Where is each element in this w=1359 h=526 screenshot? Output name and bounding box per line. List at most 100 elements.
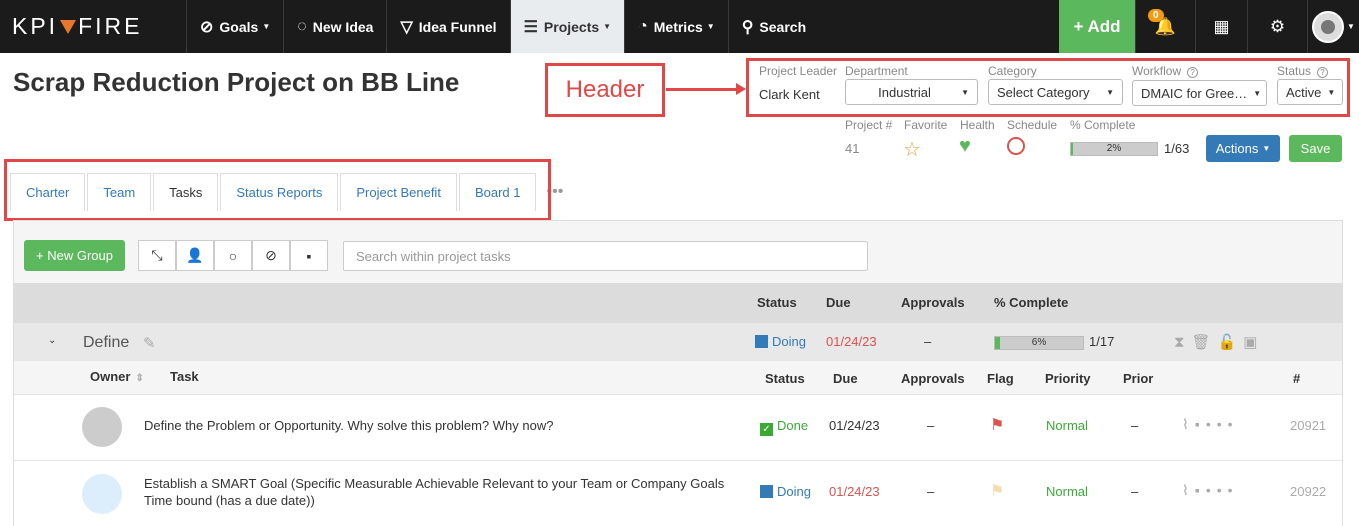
nav-idea-funnel[interactable]: ▽ Idea Funnel [387,0,511,53]
top-navbar: KPI FIRE ⊘ Goals ▼ ◌ New Idea ▽ Idea Funnel ☰… [0,0,1359,53]
col-prior: Prior [1123,371,1154,386]
trash-icon[interactable]: 🗑 [1192,334,1218,351]
department-select[interactable]: Industrial ▼ [845,79,978,105]
doing-status-icon [755,335,768,348]
chevron-down-icon: ▼ [1347,22,1355,31]
progress-pct: 2% [1106,143,1122,154]
new-group-button[interactable]: + New Group [24,240,125,271]
task-title[interactable]: Establish a SMART Goal (Specific Measura… [144,475,744,509]
projects-icon: ☰ [523,18,538,36]
task-count: 1/63 [1164,141,1190,156]
group-row-define[interactable]: ⌄ Define ✎ Doing 01/24/23 – 6% 1/17 ⧗🗑🔓▣ [14,323,1342,361]
briefcase-icon[interactable]: ▣ [1243,334,1264,351]
group-status[interactable]: Doing [755,334,806,349]
header-annotation-label: Header [545,63,665,117]
col-task: Task [170,369,199,384]
task-status[interactable]: ✓ Done [760,418,808,436]
lightbulb-icon: ◌ [297,17,307,35]
more-icon[interactable]: ••• [1206,482,1239,498]
nav-new-idea-label: New Idea [312,18,374,35]
kpifire-logo[interactable]: KPI FIRE [0,0,187,53]
notifications-button[interactable]: 0 🔔 [1135,0,1195,53]
note-icon[interactable]: ▪ [1195,482,1206,498]
flag-icon[interactable]: ⚑ [990,481,1004,501]
workflow-value: DMAIC for Gree… [1141,85,1248,101]
user-menu[interactable]: ▼ [1307,0,1359,53]
nav-idea-funnel-label: Idea Funnel [418,18,497,35]
logo-right-text: FIRE [78,13,143,39]
save-button[interactable]: Save [1289,135,1342,162]
actions-button[interactable]: Actions ▼ [1206,135,1280,162]
task-priority[interactable]: Normal [1046,484,1088,499]
category-label: Category [988,64,1037,78]
apps-grid-button[interactable]: ▦ [1195,0,1247,53]
paperclip-icon[interactable]: ⌇ [1182,416,1195,432]
unlock-icon[interactable]: 🔓 [1218,334,1244,351]
complete-label: % Complete [1070,118,1136,132]
nav-projects[interactable]: ☰ Projects ▼ [510,0,626,53]
settings-button[interactable]: ⚙ [1247,0,1307,53]
doing-status-icon [760,485,773,498]
col-priority: Priority [1045,371,1091,386]
group-column-header: Status Due Approvals % Complete [14,283,1342,323]
group-due: 01/24/23 [826,334,877,349]
project-num-label: Project # [845,118,893,132]
person-filter-icon[interactable]: 👤 [176,240,214,271]
actions-label: Actions [1215,141,1259,156]
chevron-down-icon: ▼ [1262,144,1271,153]
status-select[interactable]: Active ▼ [1277,79,1343,105]
circle-filter-icon[interactable]: ○ [214,240,252,271]
owner-avatar [82,474,122,514]
add-button[interactable]: + Add [1059,0,1135,53]
nav-goals[interactable]: ⊘ Goals ▼ [187,0,285,53]
nav-search[interactable]: ⚲ Search [729,0,819,53]
group-progress-pct: 6% [1031,337,1047,348]
chevron-down-icon[interactable]: ⌄ [48,335,56,346]
star-icon[interactable]: ☆ [903,137,921,162]
category-select[interactable]: Select Category ▼ [988,79,1123,105]
annotation-arrow [666,88,742,91]
task-priority[interactable]: Normal [1046,418,1088,433]
logo-left-text: KPI [12,13,59,39]
page-title: Scrap Reduction Project on BB Line [13,67,460,97]
col-owner[interactable]: Owner ⇕ [90,369,144,384]
flag-icon[interactable]: ⚑ [990,415,1004,435]
filter-button-group: ⤡ 👤 ○ ⊘ ▪ [138,240,328,271]
edit-icon[interactable]: ✎ [143,334,156,352]
task-number: 20922 [1290,484,1327,499]
tabs-annotation-box [4,159,551,221]
hide-icon[interactable]: ⊘ [252,240,290,271]
status-label-text: Status [1277,64,1312,78]
task-status[interactable]: Doing [760,484,811,499]
task-number: 20921 [1290,418,1327,433]
note-icon[interactable]: ▪ [1195,416,1206,432]
help-icon[interactable]: ? [1317,67,1329,78]
avatar-face-icon [1321,19,1336,34]
hourglass-icon[interactable]: ⧗ [1174,334,1192,351]
collapse-icon[interactable]: ⤡ [138,240,176,271]
project-leader-value[interactable]: Clark Kent [759,87,820,102]
task-actions: ⌇▪••• [1182,482,1239,499]
paperclip-icon[interactable]: ⌇ [1182,482,1195,498]
schedule-label: Schedule [1007,118,1058,132]
nav-metrics[interactable]: ◔ Metrics ▼ [625,0,729,53]
note-icon[interactable]: ▪ [290,240,328,271]
col-task-approvals: Approvals [901,371,965,386]
gauge-icon: ◔ [638,17,648,35]
task-search-input[interactable]: Search within project tasks [343,241,868,271]
task-actions: ⌇▪••• [1182,416,1239,433]
group-status-text: Doing [772,334,806,349]
workflow-select[interactable]: DMAIC for Gree… ▼ [1132,80,1267,106]
table-row[interactable]: Define the Problem or Opportunity. Why s… [14,394,1342,460]
help-icon[interactable]: ? [1187,67,1199,78]
task-search-placeholder: Search within project tasks [356,248,511,264]
table-row[interactable]: Establish a SMART Goal (Specific Measura… [14,460,1342,526]
caret-down-icon: ▼ [1106,87,1114,97]
group-task-count: 1/17 [1089,334,1115,349]
more-icon[interactable]: ••• [1206,416,1239,432]
col-approvals: Approvals [901,295,965,310]
task-title[interactable]: Define the Problem or Opportunity. Why s… [144,418,553,433]
caret-down-icon: ▼ [1253,88,1262,98]
nav-new-idea[interactable]: ◌ New Idea [284,0,388,53]
